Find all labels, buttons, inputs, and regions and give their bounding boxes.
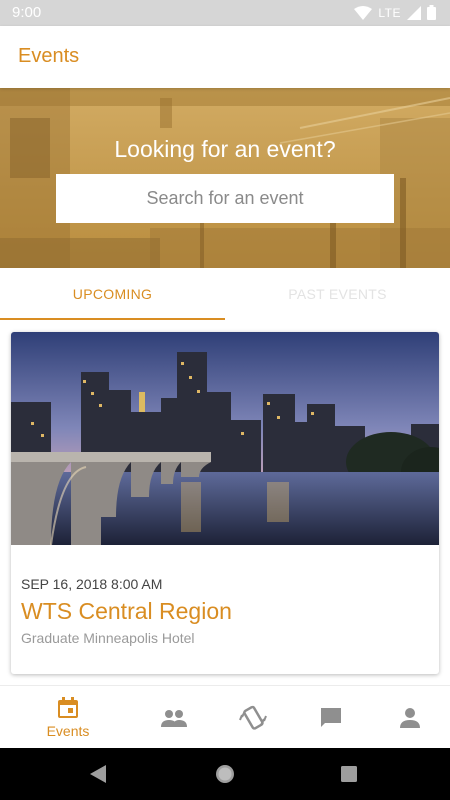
chat-icon	[321, 707, 341, 727]
tab-past-events[interactable]: PAST EVENTS	[225, 268, 450, 320]
wifi-icon	[354, 5, 373, 20]
status-icons: LTE	[354, 5, 436, 20]
search-input[interactable]	[56, 174, 394, 223]
event-card[interactable]: SEP 16, 2018 8:00 AM WTS Central Region …	[11, 332, 439, 674]
nav-item-shake[interactable]	[208, 686, 298, 749]
nav-item-events[interactable]: Events	[23, 686, 113, 749]
event-date: SEP 16, 2018 8:00 AM	[21, 576, 163, 592]
hero-title: Looking for an event?	[114, 136, 336, 162]
nav-label-events: Events	[46, 722, 90, 739]
system-navigation-bar	[0, 748, 450, 800]
nav-item-messages[interactable]	[286, 686, 376, 749]
search-banner: Looking for an event?	[0, 88, 450, 268]
event-tabs: UPCOMING PAST EVENTS	[0, 268, 450, 320]
back-icon[interactable]	[90, 765, 106, 783]
page-title: Events	[18, 45, 80, 67]
event-name[interactable]: WTS Central Region	[21, 598, 232, 625]
status-time: 9:00	[12, 4, 42, 21]
people-icon	[161, 709, 187, 727]
nav-item-attendees[interactable]	[129, 686, 219, 749]
status-bar: 9:00 LTE	[0, 0, 450, 26]
phone-shake-icon	[239, 705, 267, 730]
nav-item-profile[interactable]	[365, 686, 450, 749]
calendar-icon	[58, 696, 78, 718]
network-type: LTE	[378, 5, 401, 20]
app-bar: Events	[0, 26, 450, 88]
event-venue: Graduate Minneapolis Hotel	[21, 630, 195, 646]
battery-icon	[427, 5, 436, 20]
event-image	[11, 332, 439, 545]
tab-upcoming[interactable]: UPCOMING	[0, 268, 225, 320]
signal-icon	[407, 5, 421, 20]
bottom-navigation: Events	[0, 685, 450, 748]
recents-icon[interactable]	[341, 766, 357, 782]
person-icon	[400, 707, 420, 728]
home-icon[interactable]	[215, 764, 235, 784]
event-list: SEP 16, 2018 8:00 AM WTS Central Region …	[0, 320, 450, 685]
